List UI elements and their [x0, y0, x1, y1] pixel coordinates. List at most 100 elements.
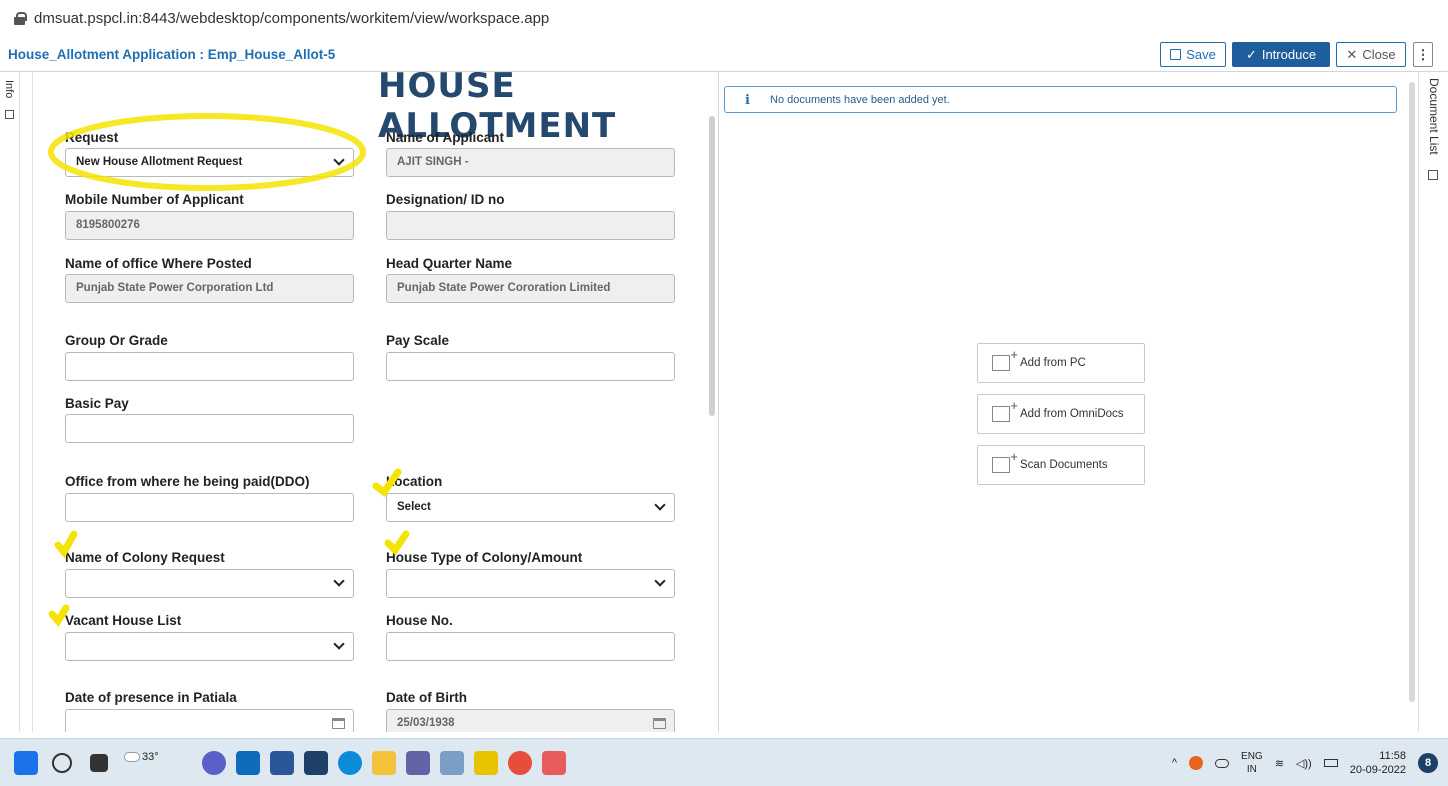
chevron-down-icon [333, 154, 345, 166]
chevron-down-icon [333, 638, 345, 650]
introduce-button[interactable]: ✓ Introduce [1232, 42, 1330, 67]
store-icon[interactable] [304, 751, 328, 775]
browser-address-bar[interactable]: dmsuat.pspcl.in:8443/webdesktop/componen… [0, 0, 1448, 36]
add-from-pc-button[interactable]: Add from PC [977, 343, 1145, 383]
no-documents-notice: i No documents have been added yet. [724, 86, 1397, 113]
kebab-icon: ⋮ [1416, 46, 1430, 62]
scan-documents-button[interactable]: Scan Documents [977, 445, 1145, 485]
file-explorer-icon[interactable] [372, 751, 396, 775]
applicant-name-value: AJIT SINGH - [397, 156, 469, 168]
house-type-select[interactable] [386, 569, 675, 598]
dob-field: 25/03/1938 [386, 709, 675, 732]
document-list-side-tab[interactable]: Document List [1418, 72, 1448, 732]
scanner-add-icon [992, 449, 1018, 473]
mobile-field: 8195800276 [65, 211, 354, 240]
notice-text: No documents have been added yet. [770, 94, 950, 106]
weather-cloud-icon [124, 752, 140, 762]
pay-scale-input[interactable] [386, 352, 675, 381]
volume-icon[interactable]: ◁)) [1296, 757, 1312, 770]
info-tab-label: Info [3, 80, 15, 99]
info-side-tab[interactable]: Info [0, 72, 20, 732]
pay-scale-label: Pay Scale [386, 333, 450, 348]
battery-icon[interactable] [1323, 759, 1338, 767]
cloud-icon[interactable] [1215, 758, 1230, 768]
presence-date-label: Date of presence in Patiala [65, 690, 237, 705]
notification-badge[interactable]: 8 [1418, 753, 1438, 773]
colony-request-select[interactable] [65, 569, 354, 598]
close-button[interactable]: ✕ Close [1336, 42, 1406, 67]
document-list-icon [1428, 170, 1438, 180]
update-icon[interactable] [1189, 756, 1204, 770]
chrome-icon[interactable] [508, 751, 532, 775]
chevron-down-icon [654, 499, 666, 511]
clock-time: 11:58 [1379, 750, 1406, 762]
group-grade-label: Group Or Grade [65, 333, 168, 348]
vacant-house-label: Vacant House List [65, 613, 182, 628]
location-label: Location [386, 474, 443, 489]
request-label: Request [65, 130, 119, 145]
remote-desktop-icon[interactable] [440, 751, 464, 775]
document-scrollbar[interactable] [1409, 82, 1415, 702]
weather-widget[interactable]: 33° [124, 751, 159, 763]
house-type-label: House Type of Colony/Amount [386, 550, 583, 565]
applicant-name-field: AJIT SINGH - [386, 148, 675, 177]
wifi-icon[interactable]: ≋ [1275, 757, 1284, 770]
presence-date-input[interactable] [65, 709, 354, 732]
search-icon[interactable] [52, 753, 72, 773]
chevron-down-icon [333, 575, 345, 587]
house-no-input[interactable] [386, 632, 675, 661]
request-select[interactable]: New House Allotment Request [65, 148, 354, 177]
document-add-icon [992, 398, 1018, 422]
lock-icon [14, 11, 27, 25]
windows-start-icon[interactable] [14, 751, 38, 775]
clock-date: 20-09-2022 [1349, 764, 1406, 776]
office-posted-field: Punjab State Power Corporation Ltd [65, 274, 354, 303]
basic-pay-input[interactable] [65, 414, 354, 443]
more-options-button[interactable]: ⋮ [1413, 42, 1433, 67]
word-icon[interactable] [270, 751, 294, 775]
clock[interactable]: 11:58 20-09-2022 [1350, 749, 1406, 777]
head-quarter-label: Head Quarter Name [386, 256, 513, 271]
floppy-icon [1170, 49, 1182, 60]
language-indicator[interactable]: ENG IN [1241, 750, 1263, 776]
basic-pay-label: Basic Pay [65, 396, 129, 411]
form-panel: HOUSE ALLOTMENT Request New House Allotm… [32, 72, 716, 732]
vacant-house-select[interactable] [65, 632, 354, 661]
chevron-down-icon [654, 575, 666, 587]
scan-documents-label: Scan Documents [1020, 459, 1108, 471]
chevron-up-icon[interactable]: ^ [1172, 757, 1177, 769]
designation-label: Designation/ ID no [386, 192, 505, 207]
workitem-header: House_Allotment Application : Emp_House_… [0, 38, 1448, 72]
lock-app-icon[interactable] [474, 751, 498, 775]
teams-chat-icon[interactable] [202, 751, 226, 775]
request-value: New House Allotment Request [76, 156, 243, 168]
dob-label: Date of Birth [386, 690, 467, 705]
teams-icon[interactable] [406, 751, 430, 775]
add-from-omnidocs-label: Add from OmniDocs [1020, 408, 1124, 420]
mobile-value: 8195800276 [76, 219, 140, 231]
info-icon: i [745, 93, 750, 108]
ddo-office-input[interactable] [65, 493, 354, 522]
url-text[interactable]: dmsuat.pspcl.in:8443/webdesktop/componen… [34, 10, 549, 27]
task-view-icon[interactable] [90, 754, 108, 772]
info-panel-icon [5, 110, 14, 119]
location-select[interactable]: Select [386, 493, 675, 522]
save-button[interactable]: Save [1160, 42, 1226, 67]
document-list-tab-label: Document List [1427, 78, 1441, 155]
save-label: Save [1186, 47, 1216, 62]
outlook-icon[interactable] [236, 751, 260, 775]
lang-bottom: IN [1246, 764, 1257, 775]
group-grade-input[interactable] [65, 352, 354, 381]
colony-request-label: Name of Colony Request [65, 550, 225, 565]
house-no-label: House No. [386, 613, 453, 628]
calendar-icon[interactable] [332, 718, 345, 729]
dob-value: 25/03/1938 [397, 717, 455, 729]
office-posted-value: Punjab State Power Corporation Ltd [76, 282, 274, 294]
edge-icon[interactable] [338, 751, 362, 775]
add-from-pc-label: Add from PC [1020, 357, 1086, 369]
applicant-name-label: Name of Applicant [386, 130, 505, 145]
computer-add-icon [992, 347, 1018, 371]
form-scrollbar[interactable] [709, 116, 715, 416]
snipping-tool-icon[interactable] [542, 751, 566, 775]
add-from-omnidocs-button[interactable]: Add from OmniDocs [977, 394, 1145, 434]
